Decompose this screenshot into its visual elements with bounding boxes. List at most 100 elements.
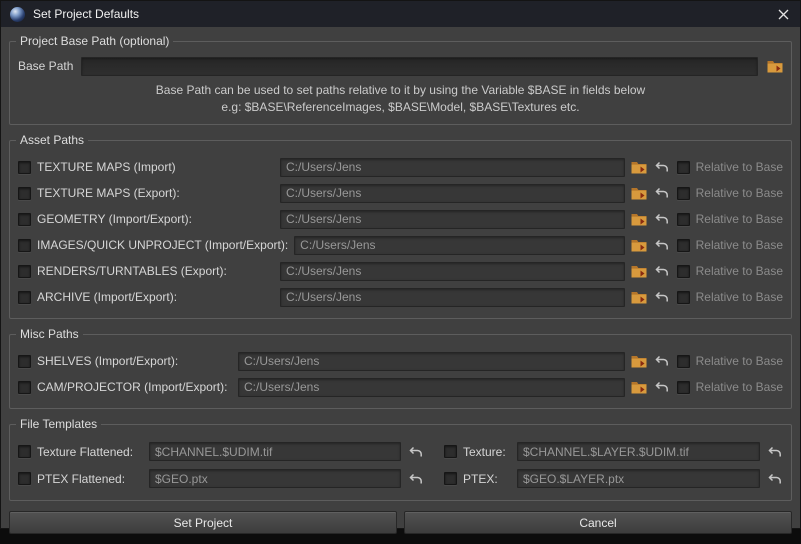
relative-label: Relative to Base (696, 264, 783, 278)
browse-folder-icon[interactable] (631, 238, 648, 253)
enable-checkbox[interactable] (18, 187, 31, 200)
enable-checkbox[interactable] (18, 381, 31, 394)
enable-checkbox[interactable] (18, 291, 31, 304)
reset-undo-icon[interactable] (654, 290, 671, 305)
base-path-row: Base Path (18, 55, 783, 77)
reset-undo-icon[interactable] (654, 186, 671, 201)
path-input[interactable] (280, 184, 625, 203)
relative-label: Relative to Base (696, 354, 783, 368)
enable-checkbox[interactable] (18, 472, 31, 485)
relative-checkbox[interactable] (677, 213, 690, 226)
relative-checkbox[interactable] (677, 291, 690, 304)
relative-label: Relative to Base (696, 238, 783, 252)
reset-undo-icon[interactable] (766, 444, 783, 459)
relative-checkbox[interactable] (677, 381, 690, 394)
asset-path-row-images-quick-unproject: IMAGES/QUICK UNPROJECT (Import/Export): … (18, 232, 783, 258)
enable-checkbox[interactable] (444, 472, 457, 485)
path-input[interactable] (294, 236, 624, 255)
asset-path-row-texture-maps-import: TEXTURE MAPS (Import) Relative to Base (18, 154, 783, 180)
asset-path-row-archive: ARCHIVE (Import/Export): Relative to Bas… (18, 284, 783, 310)
path-label: IMAGES/QUICK UNPROJECT (Import/Export): (37, 238, 288, 252)
cancel-button[interactable]: Cancel (404, 511, 792, 534)
app-icon (10, 7, 25, 22)
template-input[interactable] (517, 469, 760, 488)
misc-path-row-shelves: SHELVES (Import/Export): Relative to Bas… (18, 348, 783, 374)
reset-undo-icon[interactable] (654, 160, 671, 175)
path-input[interactable] (238, 378, 625, 397)
group-asset-paths: Asset Paths TEXTURE MAPS (Import) Relati… (9, 140, 792, 319)
reset-undo-icon[interactable] (654, 212, 671, 227)
enable-checkbox[interactable] (18, 161, 31, 174)
path-label: GEOMETRY (Import/Export): (37, 212, 274, 226)
path-input[interactable] (280, 158, 625, 177)
relative-label: Relative to Base (696, 212, 783, 226)
browse-folder-icon[interactable] (631, 354, 648, 369)
template-label: Texture: (463, 445, 511, 459)
dialog-footer: Set Project Cancel (1, 511, 800, 544)
base-path-help-line2: e.g: $BASE\ReferenceImages, $BASE\Model,… (18, 99, 783, 116)
reset-undo-icon[interactable] (654, 264, 671, 279)
set-project-button[interactable]: Set Project (9, 511, 397, 534)
browse-folder-icon[interactable] (631, 160, 648, 175)
reset-undo-icon[interactable] (654, 238, 671, 253)
relative-checkbox[interactable] (677, 355, 690, 368)
relative-checkbox[interactable] (677, 187, 690, 200)
path-label: TEXTURE MAPS (Export): (37, 186, 274, 200)
misc-path-row-cam-projector: CAM/PROJECTOR (Import/Export): Relative … (18, 374, 783, 400)
relative-label: Relative to Base (696, 186, 783, 200)
dialog-content: Project Base Path (optional) Base Path B… (1, 27, 800, 511)
template-label: Texture Flattened: (37, 445, 143, 459)
template-input[interactable] (149, 442, 401, 461)
enable-checkbox[interactable] (18, 213, 31, 226)
browse-folder-icon[interactable] (766, 59, 783, 74)
group-project-base-path: Project Base Path (optional) Base Path B… (9, 41, 792, 125)
template-label: PTEX: (463, 472, 511, 486)
path-label: CAM/PROJECTOR (Import/Export): (37, 380, 232, 394)
close-icon[interactable] (775, 6, 791, 22)
path-input[interactable] (280, 210, 625, 229)
relative-label: Relative to Base (696, 160, 783, 174)
path-input[interactable] (280, 262, 625, 281)
base-path-label: Base Path (18, 59, 73, 73)
relative-label: Relative to Base (696, 380, 783, 394)
path-input[interactable] (238, 352, 625, 371)
reset-undo-icon[interactable] (407, 471, 424, 486)
group-title: Project Base Path (optional) (16, 34, 173, 48)
reset-undo-icon[interactable] (654, 354, 671, 369)
reset-undo-icon[interactable] (407, 444, 424, 459)
relative-checkbox[interactable] (677, 265, 690, 278)
asset-path-row-geometry: GEOMETRY (Import/Export): Relative to Ba… (18, 206, 783, 232)
group-file-templates: File Templates Texture Flattened: Textur… (9, 424, 792, 501)
base-path-help-line1: Base Path can be used to set paths relat… (18, 82, 783, 99)
enable-checkbox[interactable] (444, 445, 457, 458)
browse-folder-icon[interactable] (631, 212, 648, 227)
asset-path-row-texture-maps-export: TEXTURE MAPS (Export): Relative to Base (18, 180, 783, 206)
browse-folder-icon[interactable] (631, 186, 648, 201)
template-row-texture: Texture Flattened: Texture: (18, 438, 783, 465)
enable-checkbox[interactable] (18, 355, 31, 368)
relative-checkbox[interactable] (677, 161, 690, 174)
enable-checkbox[interactable] (18, 445, 31, 458)
reset-undo-icon[interactable] (766, 471, 783, 486)
template-label: PTEX Flattened: (37, 472, 143, 486)
template-input[interactable] (517, 442, 760, 461)
reset-undo-icon[interactable] (654, 380, 671, 395)
set-project-defaults-dialog: Set Project Defaults Project Base Path (… (0, 0, 801, 529)
template-row-ptex: PTEX Flattened: PTEX: (18, 465, 783, 492)
path-input[interactable] (280, 288, 625, 307)
path-label: ARCHIVE (Import/Export): (37, 290, 274, 304)
window-title: Set Project Defaults (33, 7, 139, 21)
asset-path-row-renders-turntables: RENDERS/TURNTABLES (Export): Relative to… (18, 258, 783, 284)
group-misc-paths: Misc Paths SHELVES (Import/Export): Rela… (9, 334, 792, 409)
enable-checkbox[interactable] (18, 265, 31, 278)
group-title: Asset Paths (16, 133, 88, 147)
template-input[interactable] (149, 469, 401, 488)
browse-folder-icon[interactable] (631, 380, 648, 395)
enable-checkbox[interactable] (18, 239, 31, 252)
base-path-input[interactable] (81, 57, 758, 76)
browse-folder-icon[interactable] (631, 290, 648, 305)
path-label: RENDERS/TURNTABLES (Export): (37, 264, 274, 278)
relative-label: Relative to Base (696, 290, 783, 304)
browse-folder-icon[interactable] (631, 264, 648, 279)
relative-checkbox[interactable] (677, 239, 690, 252)
